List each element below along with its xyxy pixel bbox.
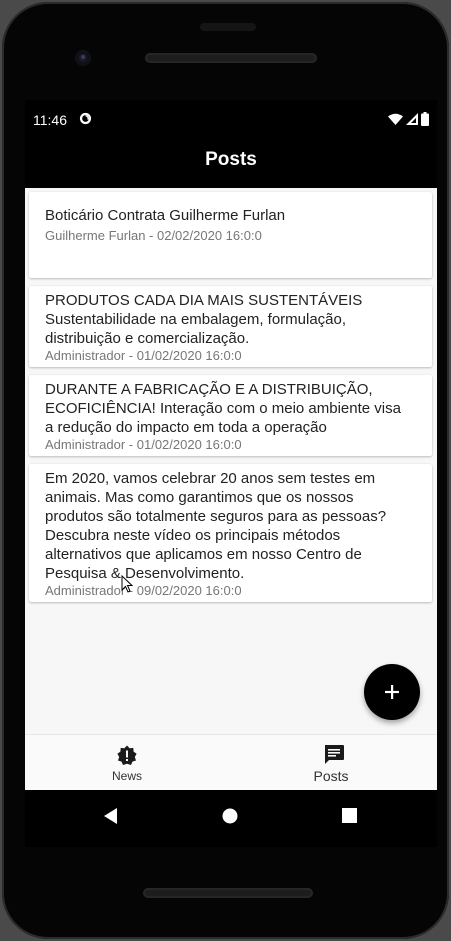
add-post-button[interactable] bbox=[364, 664, 420, 720]
nav-item-posts[interactable]: Posts bbox=[231, 735, 437, 791]
home-icon[interactable] bbox=[222, 808, 238, 824]
sync-icon bbox=[79, 112, 92, 125]
post-card[interactable]: PRODUTOS CADA DIA MAIS SUSTENTÁVEIS Sust… bbox=[29, 286, 432, 367]
bottom-speaker-grille bbox=[143, 888, 313, 898]
phone-frame: 11:46 Posts Boticário Contrata Guilherme… bbox=[2, 2, 449, 939]
chat-bubble-icon bbox=[325, 745, 344, 764]
status-icons bbox=[388, 112, 429, 126]
page-title: Posts bbox=[205, 149, 257, 170]
nav-item-news[interactable]: News bbox=[25, 735, 231, 791]
nav-label-news: News bbox=[111, 769, 142, 783]
bottom-navigation: News Posts bbox=[25, 734, 437, 791]
mouse-cursor-icon bbox=[121, 575, 133, 593]
screen: 11:46 Posts Boticário Contrata Guilherme… bbox=[25, 100, 437, 847]
post-meta: Administrador - 09/02/2020 16:0:0 bbox=[45, 583, 242, 598]
post-meta: Guilherme Furlan - 02/02/2020 16:0:0 bbox=[45, 228, 262, 243]
wifi-icon bbox=[388, 113, 403, 125]
post-card[interactable]: Boticário Contrata Guilherme Furlan Guil… bbox=[29, 192, 432, 278]
back-icon[interactable] bbox=[104, 808, 118, 824]
post-title: Em 2020, vamos celebrar 20 anos sem test… bbox=[45, 470, 387, 582]
post-card[interactable]: Em 2020, vamos celebrar 20 anos sem test… bbox=[29, 464, 432, 602]
status-bar: 11:46 bbox=[25, 100, 437, 138]
battery-icon bbox=[421, 112, 429, 126]
post-meta: Administrador - 01/02/2020 16:0:0 bbox=[45, 437, 242, 452]
news-badge-icon bbox=[117, 745, 137, 765]
cell-signal-icon bbox=[406, 113, 418, 125]
post-title: Boticário Contrata Guilherme Furlan bbox=[45, 207, 286, 224]
plus-icon bbox=[385, 685, 399, 699]
earpiece-slit bbox=[200, 23, 256, 31]
post-title: PRODUTOS CADA DIA MAIS SUSTENTÁVEIS Sust… bbox=[45, 292, 363, 347]
system-navigation-bar bbox=[25, 790, 437, 847]
post-card[interactable]: DURANTE A FABRICAÇÃO E A DISTRIBUIÇÃO, E… bbox=[29, 375, 432, 456]
status-time: 11:46 bbox=[33, 112, 67, 128]
recents-icon[interactable] bbox=[342, 808, 357, 823]
front-camera bbox=[75, 50, 91, 66]
top-speaker-grille bbox=[145, 53, 317, 63]
nav-label-posts: Posts bbox=[313, 768, 349, 784]
post-meta: Administrador - 01/02/2020 16:0:0 bbox=[45, 348, 242, 363]
posts-list[interactable]: Boticário Contrata Guilherme Furlan Guil… bbox=[25, 188, 437, 734]
app-bar: Posts bbox=[25, 138, 437, 188]
post-title: DURANTE A FABRICAÇÃO E A DISTRIBUIÇÃO, E… bbox=[45, 381, 401, 436]
